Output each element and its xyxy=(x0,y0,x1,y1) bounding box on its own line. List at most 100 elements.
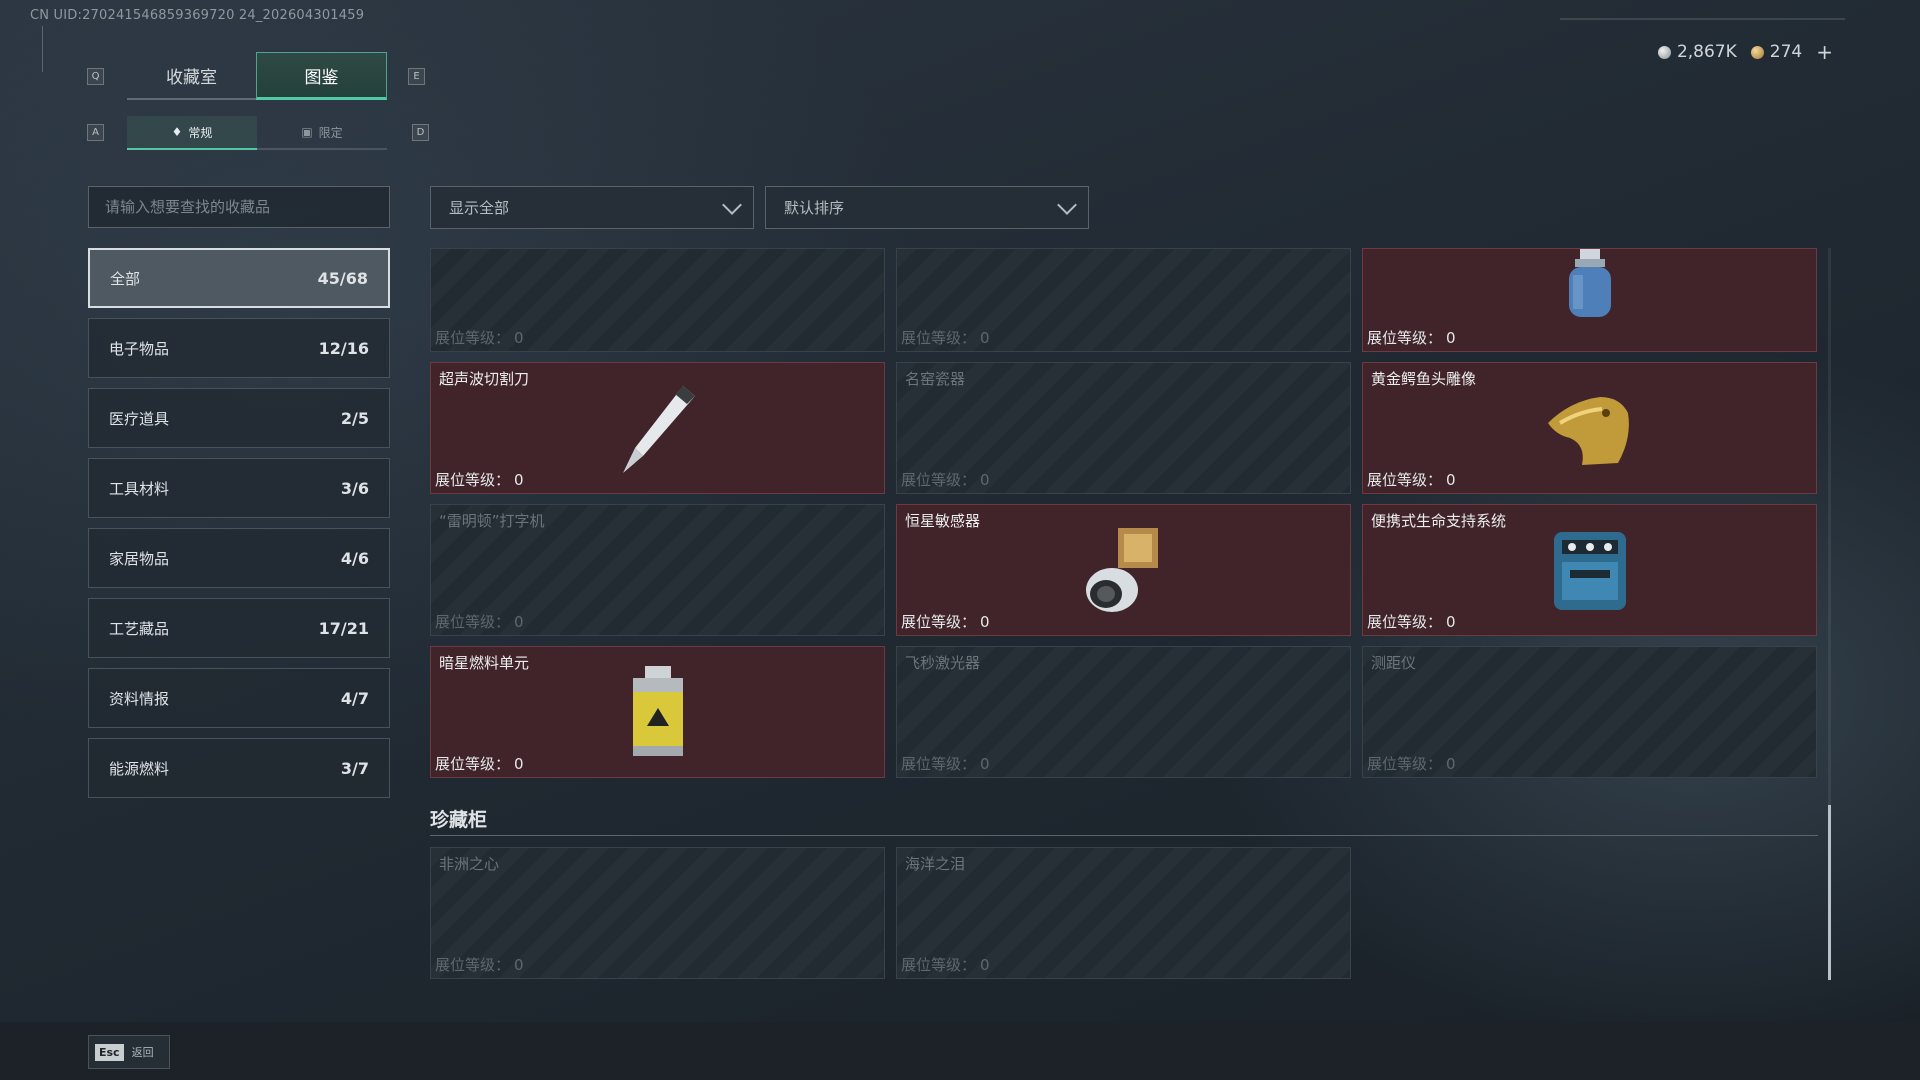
life-support-icon xyxy=(1553,532,1626,610)
card-level: 展位等级： 0 xyxy=(901,954,990,975)
category-crafts[interactable]: 工艺藏品 17/21 xyxy=(88,598,390,658)
collection-card[interactable]: 恒星敏感器 展位等级： 0 xyxy=(896,504,1351,636)
sort-value: 默认排序 xyxy=(784,199,845,217)
card-level: 展位等级： 0 xyxy=(1367,753,1456,774)
card-level: 展位等级： 0 xyxy=(1367,327,1456,348)
level-value: 0 xyxy=(980,329,990,347)
category-all[interactable]: 全部 45/68 xyxy=(88,248,390,308)
chevron-down-icon xyxy=(1057,194,1077,215)
level-value: 0 xyxy=(1446,471,1456,489)
level-value: 0 xyxy=(1446,613,1456,631)
back-button[interactable]: Esc 返回 xyxy=(88,1035,170,1069)
key-hint-a: A xyxy=(87,124,104,141)
silver-coin-icon xyxy=(1657,45,1671,59)
bottom-bar xyxy=(0,1022,1920,1080)
category-list: 全部 45/68 电子物品 12/16 医疗道具 2/5 工具材料 3/6 家居… xyxy=(88,248,390,808)
category-count: 3/6 xyxy=(340,478,369,498)
level-label: 展位等级： xyxy=(901,471,977,489)
collection-card[interactable]: 飞秒激光器 展位等级： 0 xyxy=(896,646,1351,778)
level-value: 0 xyxy=(980,613,990,631)
collection-card[interactable]: 黄金鳄鱼头雕像 展位等级： 0 xyxy=(1362,362,1817,494)
category-tools[interactable]: 工具材料 3/6 xyxy=(88,458,390,518)
level-value: 0 xyxy=(980,755,990,773)
category-intel[interactable]: 资料情报 4/7 xyxy=(88,668,390,728)
subtab-regular[interactable]: ♦ 常规 xyxy=(127,116,257,150)
level-value: 0 xyxy=(980,956,990,974)
key-hint-q: Q xyxy=(87,68,104,85)
sort-dropdown[interactable]: 默认排序 xyxy=(765,186,1089,229)
category-count: 45/68 xyxy=(317,268,368,288)
tab-catalog[interactable]: 图鉴 xyxy=(256,52,387,100)
category-count: 12/16 xyxy=(318,338,369,358)
silver-amount: 2,867K xyxy=(1676,42,1737,62)
card-level: 展位等级： 0 xyxy=(901,327,990,348)
collection-card[interactable]: 测距仪 展位等级： 0 xyxy=(1362,646,1817,778)
category-count: 3/7 xyxy=(340,758,369,778)
level-label: 展位等级： xyxy=(1367,613,1443,631)
level-label: 展位等级： xyxy=(901,613,977,631)
level-label: 展位等级： xyxy=(1367,329,1443,347)
category-count: 2/5 xyxy=(340,408,369,428)
currency-bar: 2,867K 274 + xyxy=(1560,38,1845,66)
card-name: 超声波切割刀 xyxy=(439,370,530,388)
frame-icon: ▣ xyxy=(301,125,313,139)
gold-crocodile-icon xyxy=(1547,397,1629,465)
card-level: 展位等级： 0 xyxy=(435,753,524,774)
collection-card[interactable]: 超声波切割刀 展位等级： 0 xyxy=(430,362,885,494)
collection-card[interactable]: 展位等级： 0 xyxy=(1362,248,1817,352)
level-label: 展位等级： xyxy=(901,755,977,773)
level-label: 展位等级： xyxy=(901,329,977,347)
sub-tabs: ♦ 常规 ▣ 限定 xyxy=(127,116,387,150)
level-value: 0 xyxy=(514,956,524,974)
chevron-down-icon xyxy=(722,194,742,215)
category-label: 医疗道具 xyxy=(109,409,170,428)
collection-card[interactable]: 名窑瓷器 展位等级： 0 xyxy=(896,362,1351,494)
category-count: 17/21 xyxy=(318,618,369,638)
card-name: 海洋之泪 xyxy=(905,855,966,873)
collection-card[interactable]: 海洋之泪 展位等级： 0 xyxy=(896,847,1351,979)
category-medical[interactable]: 医疗道具 2/5 xyxy=(88,388,390,448)
level-value: 0 xyxy=(514,471,524,489)
add-currency-button[interactable]: + xyxy=(1816,40,1833,64)
tab-collection-room[interactable]: 收藏室 xyxy=(127,52,256,100)
category-label: 家居物品 xyxy=(109,549,170,568)
collection-card[interactable]: “雷明顿”打字机 展位等级： 0 xyxy=(430,504,885,636)
level-value: 0 xyxy=(980,471,990,489)
collection-card[interactable]: 暗星燃料单元 展位等级： 0 xyxy=(430,646,885,778)
section-divider xyxy=(430,835,1818,836)
gas-canister-icon xyxy=(1568,249,1611,317)
card-level: 展位等级： 0 xyxy=(435,327,524,348)
level-label: 展位等级： xyxy=(435,755,511,773)
category-electronics[interactable]: 电子物品 12/16 xyxy=(88,318,390,378)
scrollbar-thumb[interactable] xyxy=(1828,805,1831,980)
filter-dropdown[interactable]: 显示全部 xyxy=(430,186,754,229)
main-tabs: 收藏室 图鉴 xyxy=(127,52,387,100)
card-name: 暗星燃料单元 xyxy=(439,654,530,672)
subtab-limited[interactable]: ▣ 限定 xyxy=(257,116,387,150)
category-energy[interactable]: 能源燃料 3/7 xyxy=(88,738,390,798)
category-home[interactable]: 家居物品 4/6 xyxy=(88,528,390,588)
collection-card[interactable]: 便携式生命支持系统 展位等级： 0 xyxy=(1362,504,1817,636)
side-marker xyxy=(42,26,53,72)
bottle-icon: ♦ xyxy=(171,125,183,139)
card-level: 展位等级： 0 xyxy=(435,611,524,632)
collection-card[interactable]: 展位等级： 0 xyxy=(896,248,1351,352)
star-sensor-icon xyxy=(1085,528,1158,612)
level-label: 展位等级： xyxy=(435,613,511,631)
card-name: 测距仪 xyxy=(1371,654,1417,672)
category-label: 工具材料 xyxy=(109,479,170,498)
level-label: 展位等级： xyxy=(435,329,511,347)
category-label: 能源燃料 xyxy=(109,759,170,778)
ultrasonic-knife-icon xyxy=(622,386,695,473)
filter-value: 显示全部 xyxy=(449,199,510,217)
category-label: 资料情报 xyxy=(109,689,170,708)
collection-card[interactable]: 非洲之心 展位等级： 0 xyxy=(430,847,885,979)
uid-text: CN UID:270241546859369720 24_20260430145… xyxy=(30,8,365,23)
level-label: 展位等级： xyxy=(435,471,511,489)
fuel-cell-icon xyxy=(632,666,683,756)
collection-card[interactable]: 展位等级： 0 xyxy=(430,248,885,352)
card-name: 便携式生命支持系统 xyxy=(1371,512,1507,530)
search-input[interactable] xyxy=(88,186,390,228)
card-name: “雷明顿”打字机 xyxy=(439,512,545,530)
level-label: 展位等级： xyxy=(901,956,977,974)
